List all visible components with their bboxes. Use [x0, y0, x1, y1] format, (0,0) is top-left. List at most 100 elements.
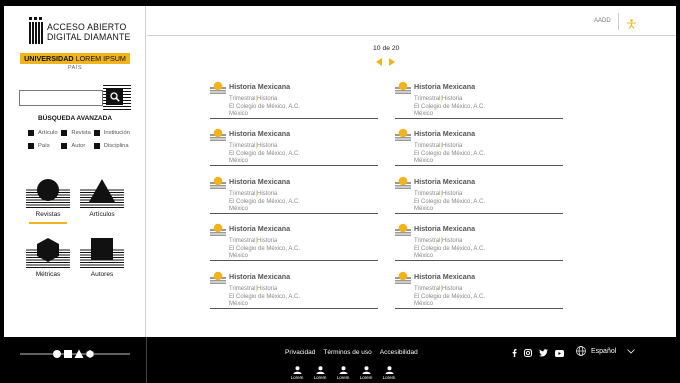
result-meta: Trimestral|Historia — [229, 143, 277, 149]
result-card[interactable]: Historia Mexicana Trimestral|Historia El C… — [210, 81, 378, 119]
next-arrow-icon[interactable] — [389, 58, 395, 66]
person-icon — [339, 366, 347, 374]
result-card[interactable]: Historia Mexicana Trimestral|Historia El C… — [395, 128, 563, 166]
result-country: México — [229, 253, 249, 259]
result-subject: Historia — [257, 143, 278, 149]
language-label: Español — [591, 347, 617, 355]
result-title[interactable]: Historia Mexicana — [229, 224, 290, 233]
result-subject: Historia — [257, 286, 278, 292]
search-button[interactable] — [103, 84, 131, 110]
result-title[interactable]: Historia Mexicana — [229, 82, 290, 91]
result-card[interactable]: Historia Mexicana Trimestral|Historia El C… — [210, 223, 378, 261]
prev-arrow-icon[interactable] — [376, 58, 382, 66]
sidebar: ACCESO ABIERTO DIGITAL DIAMANTE UNIVERSI… — [4, 6, 146, 337]
result-publisher: El Colegio de México, A.C. — [229, 151, 301, 157]
checkbox-icon — [28, 130, 34, 136]
filter-autor[interactable]: Autor — [61, 142, 93, 150]
result-title[interactable]: Historia Mexicana — [414, 224, 475, 233]
result-periodicity: Trimestral — [229, 191, 256, 197]
instagram-icon[interactable] — [524, 349, 532, 357]
filter-revista[interactable]: Revista — [61, 129, 93, 137]
filter-label: Disciplina — [103, 143, 129, 149]
footer-link-accesibilidad[interactable]: Accesibilidad — [380, 349, 418, 356]
filter-pais[interactable]: País — [28, 142, 61, 150]
result-title[interactable]: Historia Mexicana — [414, 272, 475, 281]
result-country: México — [414, 158, 434, 164]
result-subject: Historia — [442, 143, 463, 149]
logo-mark-icon — [29, 22, 44, 44]
brand-title: ACCESO ABIERTO DIGITAL DIAMANTE — [47, 23, 131, 43]
facebook-icon[interactable] — [512, 349, 517, 357]
brand-title-line2: DIGITAL DIAMANTE — [47, 32, 131, 43]
person-icon — [316, 366, 324, 374]
result-card[interactable]: Historia Mexicana Trimestral|Historia El C… — [395, 271, 563, 309]
brand-logo[interactable]: ACCESO ABIERTO DIGITAL DIAMANTE — [29, 17, 133, 50]
triangle-icon — [89, 179, 115, 202]
person-item[interactable]: Lorem — [290, 366, 304, 380]
person-item[interactable]: Lorem — [336, 366, 350, 380]
result-title[interactable]: Historia Mexicana — [414, 82, 475, 91]
result-meta: Trimestral|Historia — [414, 143, 462, 149]
search-input[interactable] — [19, 90, 103, 106]
nav-articulos[interactable]: Artículos — [80, 178, 124, 218]
main-content: AADD 10 de 20 Historia Mexicana Trimestra… — [147, 6, 676, 337]
result-country: México — [414, 253, 434, 259]
journal-icon — [210, 271, 226, 284]
result-publisher: El Colegio de México, A.C. — [414, 246, 486, 252]
footer: Privacidad Términos de uso Accesibilidad… — [0, 337, 680, 383]
journal-icon — [395, 81, 411, 94]
pagination-arrows — [376, 58, 395, 66]
search-filters: Artículo Revista Institución País Autor … — [28, 129, 138, 155]
checkbox-icon — [61, 143, 68, 149]
person-item[interactable]: Lorem — [382, 366, 396, 380]
result-title[interactable]: Historia Mexicana — [229, 129, 290, 138]
top-bar: AADD — [147, 6, 676, 36]
result-title[interactable]: Historia Mexicana — [414, 129, 475, 138]
result-country: México — [414, 111, 434, 117]
result-meta: Trimestral|Historia — [414, 286, 462, 292]
hexagon-icon — [37, 238, 59, 262]
footer-link-privacidad[interactable]: Privacidad — [285, 349, 315, 356]
person-icon — [385, 366, 393, 374]
result-title[interactable]: Historia Mexicana — [229, 177, 290, 186]
nav-metricas[interactable]: Métricas — [26, 238, 70, 278]
nav-revistas[interactable]: Revistas — [26, 178, 70, 224]
result-publisher: El Colegio de México, A.C. — [414, 151, 486, 157]
result-card[interactable]: Historia Mexicana Trimestral|Historia El C… — [210, 176, 378, 214]
result-card[interactable]: Historia Mexicana Trimestral|Historia El C… — [395, 81, 563, 119]
language-selector[interactable]: Español — [576, 346, 636, 356]
person-item[interactable]: Lorem — [359, 366, 373, 380]
result-periodicity: Trimestral — [414, 191, 441, 197]
footer-divider — [146, 337, 147, 383]
advanced-search-link[interactable]: BÚSQUEDA AVANZADA — [4, 115, 146, 122]
result-card[interactable]: Historia Mexicana Trimestral|Historia El C… — [395, 176, 563, 214]
filter-disciplina[interactable]: Disciplina — [93, 142, 138, 150]
university-name-light: LOREM IPSUM — [75, 54, 126, 63]
result-card[interactable]: Historia Mexicana Trimestral|Historia El C… — [210, 128, 378, 166]
result-title[interactable]: Historia Mexicana — [229, 272, 290, 281]
pagination-label: 10 de 20 — [373, 45, 400, 52]
result-country: México — [229, 111, 249, 117]
person-item[interactable]: Lorem — [313, 366, 327, 380]
result-subject: Historia — [442, 96, 463, 102]
topbar-link[interactable]: AADD — [594, 18, 611, 24]
result-periodicity: Trimestral — [229, 96, 256, 102]
result-subject: Historia — [442, 238, 463, 244]
result-card[interactable]: Historia Mexicana Trimestral|Historia El C… — [395, 223, 563, 261]
result-meta: Trimestral|Historia — [414, 96, 462, 102]
journal-icon — [395, 223, 411, 236]
filter-label: Institución — [103, 130, 130, 136]
result-card[interactable]: Historia Mexicana Trimestral|Historia El C… — [210, 271, 378, 309]
result-subject: Historia — [257, 191, 278, 197]
nav-autores[interactable]: Autores — [80, 238, 124, 278]
accessibility-icon[interactable] — [626, 16, 637, 34]
youtube-icon[interactable] — [555, 349, 564, 357]
result-title[interactable]: Historia Mexicana — [414, 177, 475, 186]
checkbox-icon — [93, 130, 100, 136]
search-icon — [106, 89, 123, 105]
filter-articulo[interactable]: Artículo — [28, 129, 61, 137]
footer-link-terminos[interactable]: Términos de uso — [323, 349, 371, 356]
result-subject: Historia — [257, 238, 278, 244]
twitter-icon[interactable] — [539, 349, 548, 357]
filter-institucion[interactable]: Institución — [93, 129, 138, 137]
